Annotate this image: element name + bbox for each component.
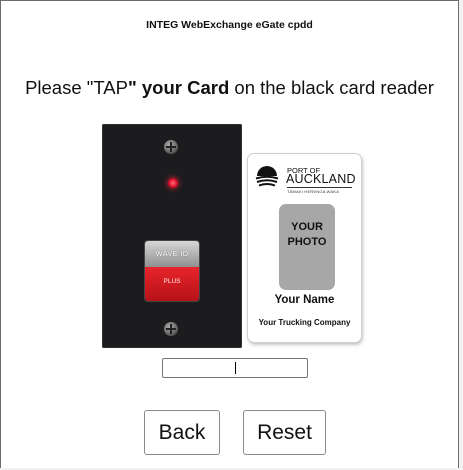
org-tagline: TĀMAKI HERENGA WAKA — [287, 189, 340, 194]
text-caret — [235, 362, 236, 374]
card-reader-image: WAVE ID PLUS — [102, 124, 242, 348]
sample-id-card-image: PORT OF AUCKLAND TĀMAKI HERENGA WAKA YOU… — [248, 154, 361, 342]
tap-card-instruction: Please "TAP" your Card on the black card… — [1, 77, 458, 99]
screw-icon — [164, 140, 178, 154]
reader-badge: WAVE ID PLUS — [145, 241, 199, 301]
back-button[interactable]: Back — [144, 410, 220, 455]
card-company-name: Your Trucking Company — [258, 318, 351, 327]
org-name-line2: AUCKLAND — [286, 172, 356, 186]
instruction-quote: " — [127, 77, 142, 98]
screw-icon — [164, 322, 178, 336]
photo-label-line1: YOUR — [291, 221, 323, 233]
photo-label-line2: PHOTO — [287, 236, 327, 248]
logo-divider — [287, 187, 352, 188]
instruction-text-2: on the black card reader — [229, 77, 434, 98]
photo-placeholder: YOUR PHOTO — [279, 204, 335, 290]
egate-window: INTEG WebExchange eGate cpdd Please "TAP… — [0, 0, 459, 468]
reset-button[interactable]: Reset — [243, 410, 326, 455]
reader-led-indicator — [168, 178, 178, 188]
window-title: INTEG WebExchange eGate cpdd — [146, 19, 313, 31]
card-holder-name: Your Name — [274, 294, 335, 306]
reader-model-label: PLUS — [145, 267, 199, 301]
instruction-emphasis: your Card — [141, 77, 230, 98]
reader-brand-label: WAVE ID — [145, 241, 199, 267]
port-logo-icon — [255, 166, 279, 187]
instruction-text-1: Please "TAP — [25, 77, 128, 98]
